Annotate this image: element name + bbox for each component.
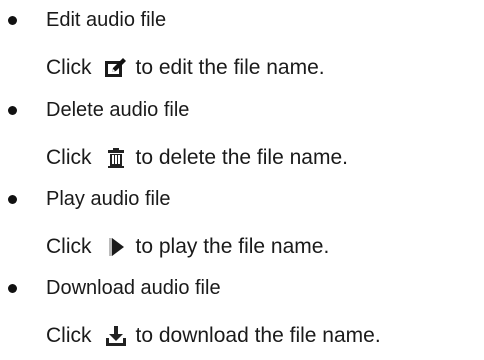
- bullet: [8, 106, 17, 115]
- item-description: to edit the file name.: [135, 56, 325, 79]
- download-icon: [102, 323, 130, 349]
- item-description-line: Click to play the file name.: [46, 234, 329, 260]
- bullet: [8, 195, 17, 204]
- item-description: to download the file name.: [135, 324, 381, 347]
- item-title: Download audio file: [46, 277, 221, 299]
- click-label: Click: [46, 235, 92, 258]
- item-description: to play the file name.: [135, 235, 330, 258]
- item-description-line: Click to download the file name.: [46, 323, 381, 349]
- edit-icon: [102, 55, 130, 81]
- click-label: Click: [46, 324, 92, 347]
- play-icon: [102, 234, 130, 260]
- item-description: to delete the file name.: [135, 146, 348, 169]
- item-title: Edit audio file: [46, 9, 167, 31]
- item-description-line: Click to edit the file name.: [46, 55, 325, 81]
- item-title: Delete audio file: [46, 99, 190, 121]
- bullet: [8, 16, 17, 25]
- trash-icon: [102, 145, 130, 171]
- bullet: [8, 284, 17, 293]
- item-description-line: Click to delete the file name.: [46, 145, 348, 171]
- click-label: Click: [46, 56, 92, 79]
- item-title: Play audio file: [46, 188, 171, 210]
- click-label: Click: [46, 146, 92, 169]
